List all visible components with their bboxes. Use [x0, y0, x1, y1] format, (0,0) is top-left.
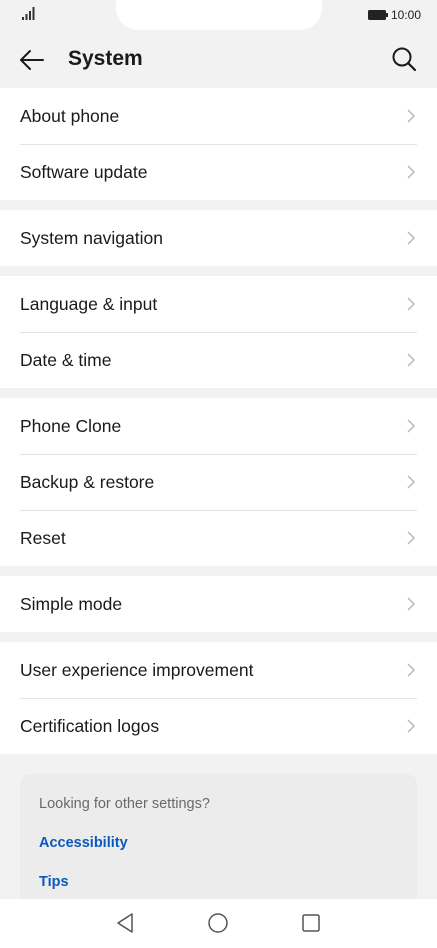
link-tips[interactable]: Tips: [39, 874, 69, 890]
settings-group-backup: Phone Clone Backup & restore Reset: [0, 398, 437, 566]
chevron-right-icon: [407, 297, 415, 311]
search-button[interactable]: [389, 44, 419, 74]
clock: 10:00: [390, 8, 421, 22]
settings-item-system-navigation[interactable]: System navigation: [0, 210, 437, 266]
nav-home-button[interactable]: [206, 911, 230, 935]
app-bar: System: [0, 32, 437, 88]
settings-item-label: User experience improvement: [20, 659, 254, 680]
search-icon: [392, 47, 417, 72]
back-button[interactable]: [16, 46, 48, 74]
chevron-right-icon: [407, 663, 415, 677]
settings-item-certification-logos[interactable]: Certification logos: [0, 698, 437, 754]
settings-group-navigation: System navigation: [0, 210, 437, 266]
chevron-right-icon: [407, 597, 415, 611]
suggestions-card: Looking for other settings? Accessibilit…: [20, 774, 417, 899]
settings-item-about-phone[interactable]: About phone: [0, 88, 437, 144]
settings-item-label: Simple mode: [20, 593, 123, 614]
navigation-bar: [0, 899, 437, 948]
chevron-right-icon: [407, 231, 415, 245]
link-accessibility[interactable]: Accessibility: [39, 835, 128, 851]
triangle-back-icon: [117, 913, 133, 933]
battery-icon: [367, 10, 388, 20]
settings-item-label: Backup & restore: [20, 471, 155, 492]
signal-icon: [22, 7, 35, 20]
chevron-right-icon: [407, 165, 415, 179]
nav-recents-button[interactable]: [299, 911, 323, 935]
chevron-right-icon: [407, 719, 415, 733]
settings-item-label: System navigation: [20, 227, 163, 248]
settings-group-language: Language & input Date & time: [0, 276, 437, 388]
chevron-right-icon: [407, 353, 415, 367]
settings-list: About phone Software update System navig…: [0, 88, 437, 764]
settings-item-label: Date & time: [20, 349, 112, 370]
suggestions-title: Looking for other settings?: [39, 796, 210, 812]
settings-item-label: About phone: [20, 105, 120, 126]
status-bar: 10:00: [0, 0, 437, 32]
settings-item-user-experience[interactable]: User experience improvement: [0, 642, 437, 698]
settings-item-label: Language & input: [20, 293, 158, 314]
nav-back-button[interactable]: [113, 911, 137, 935]
circle-home-icon: [208, 913, 228, 933]
chevron-right-icon: [407, 109, 415, 123]
square-recents-icon: [302, 914, 320, 932]
chevron-right-icon: [407, 419, 415, 433]
settings-item-label: Software update: [20, 161, 148, 182]
settings-item-language-input[interactable]: Language & input: [0, 276, 437, 332]
settings-item-phone-clone[interactable]: Phone Clone: [0, 398, 437, 454]
settings-item-backup-restore[interactable]: Backup & restore: [0, 454, 437, 510]
settings-item-software-update[interactable]: Software update: [0, 144, 437, 200]
settings-item-simple-mode[interactable]: Simple mode: [0, 576, 437, 632]
settings-group-phone: About phone Software update: [0, 88, 437, 200]
arrow-left-icon: [20, 50, 44, 70]
settings-item-label: Reset: [20, 527, 66, 548]
battery-and-clock: 10:00: [367, 8, 421, 22]
settings-item-label: Phone Clone: [20, 415, 122, 436]
settings-item-date-time[interactable]: Date & time: [0, 332, 437, 388]
settings-group-misc: User experience improvement Certificatio…: [0, 642, 437, 754]
page-title: System: [68, 47, 143, 70]
settings-item-reset[interactable]: Reset: [0, 510, 437, 566]
chevron-right-icon: [407, 475, 415, 489]
settings-item-label: Certification logos: [20, 715, 160, 736]
chevron-right-icon: [407, 531, 415, 545]
camera-notch: [116, 0, 322, 30]
settings-group-simple-mode: Simple mode: [0, 576, 437, 632]
